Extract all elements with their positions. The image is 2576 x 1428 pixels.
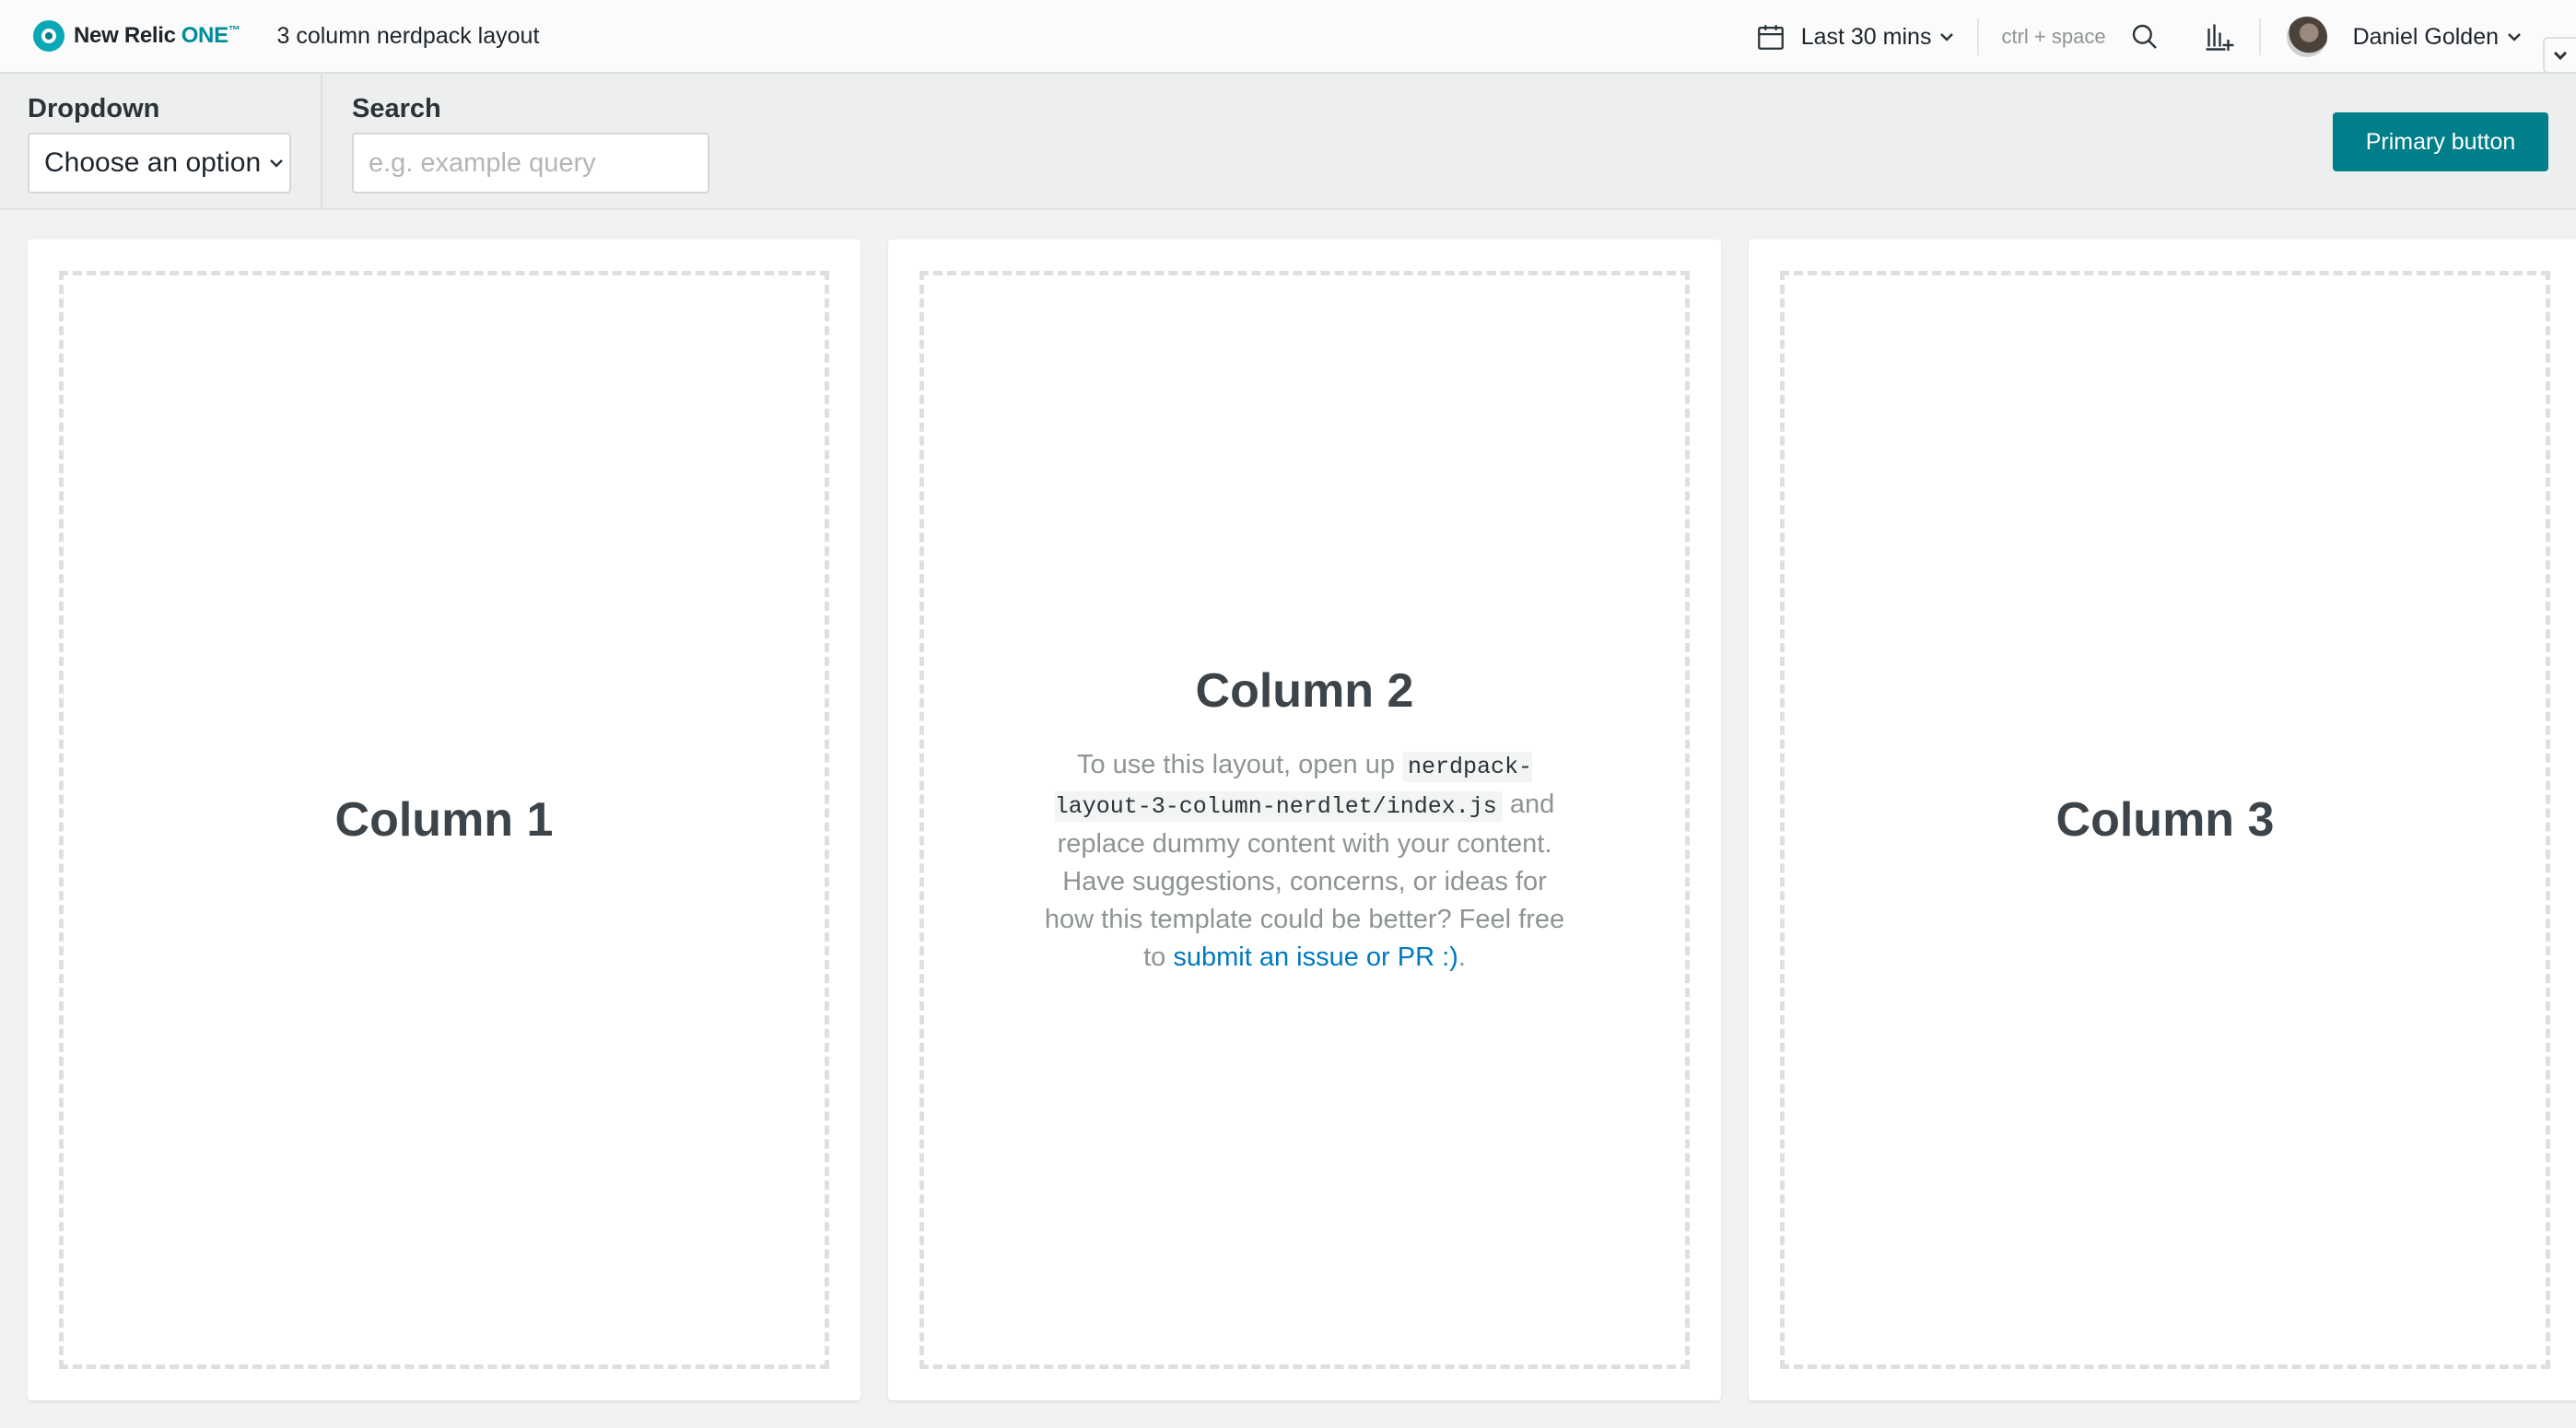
avatar[interactable] [2286,17,2327,57]
logo[interactable]: New Relic ONE™ [33,20,240,52]
divider [1977,18,1980,55]
user-name: Daniel Golden [2352,23,2499,50]
column-3-heading: Column 3 [2055,793,2275,847]
app-title: 3 column nerdpack layout [276,22,540,49]
dropdown-section: Dropdown Choose an option [0,74,322,208]
column-3: Column 3 [1749,240,2576,1400]
brand-name: New Relic ONE™ [74,23,240,48]
chevron-down-icon [270,159,284,168]
column-1-placeholder: Column 1 [59,271,829,1369]
time-picker[interactable]: Last 30 mins [1755,21,1956,53]
search-input[interactable] [352,133,709,193]
column-2-description: To use this layout, open up nerdpack-lay… [1044,750,1565,972]
column-1-heading: Column 1 [334,793,554,847]
time-range-label: Last 30 mins [1800,23,1932,50]
new-relic-logo-icon [33,20,64,52]
toolbar: Dropdown Choose an option Search Primary… [0,74,2576,210]
chart-add-icon[interactable] [2202,20,2235,53]
column-2-heading: Column 2 [1195,664,1414,718]
divider [2258,18,2261,55]
search-section: Search [324,74,711,208]
search-icon[interactable] [2130,22,2160,52]
calendar-icon [1757,25,1784,50]
column-2-placeholder: Column 2 To use this layout, open up ner… [919,271,1690,1369]
app-root: New Relic ONE™ 3 column nerdpack layout L… [0,0,2576,1428]
collapse-nav-toggle[interactable] [2543,37,2576,74]
chevron-down-icon [2508,33,2521,41]
chevron-down-icon [1940,33,1954,41]
column-3-placeholder: Column 3 [1780,271,2550,1369]
dropdown-select[interactable]: Choose an option [28,133,291,193]
search-label: Search [352,94,441,123]
chevron-down-icon [2553,51,2568,61]
top-nav: New Relic ONE™ 3 column nerdpack layout L… [0,0,2576,74]
dropdown-label: Dropdown [28,94,160,123]
user-menu[interactable]: Daniel Golden [2353,24,2523,51]
column-2: Column 2 To use this layout, open up ner… [888,240,1721,1400]
column-1: Column 1 [28,240,861,1400]
top-nav-actions: Last 30 mins ctrl + space Daniel Golden [1755,0,2576,74]
shortcut-hint: ctrl + space [2001,25,2106,48]
submit-issue-link[interactable]: submit an issue or PR :) [1173,942,1458,972]
primary-button[interactable]: Primary button [2333,112,2548,171]
dropdown-value: Choose an option [44,147,262,178]
